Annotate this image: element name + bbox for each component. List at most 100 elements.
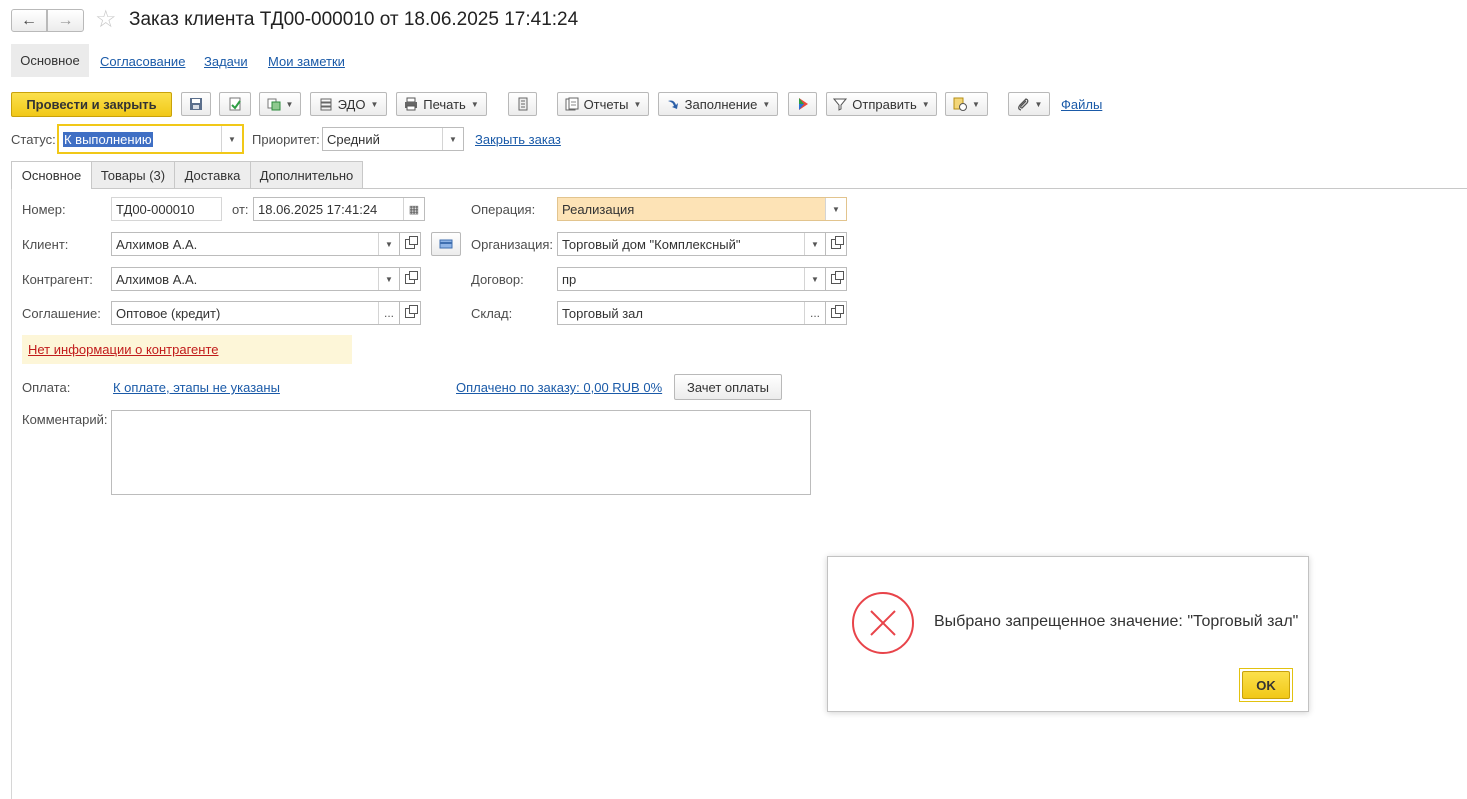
chevron-down-icon: ▼ — [470, 99, 479, 109]
agreement-field[interactable]: Оптовое (кредит) ... — [111, 301, 400, 325]
chevron-down-icon: ▼ — [1034, 99, 1043, 109]
window-header: ← → ☆ Заказ клиента ТД00-000010 от 18.06… — [0, 0, 1467, 42]
post-and-close-button[interactable]: Провести и закрыть — [11, 92, 172, 117]
ellipsis-icon[interactable]: ... — [378, 302, 399, 324]
operation-value: Реализация — [562, 201, 635, 217]
back-button[interactable]: ← — [11, 9, 47, 32]
payment-link[interactable]: К оплате, этапы не указаны — [113, 380, 280, 395]
status-select[interactable]: К выполнению ▼ — [57, 124, 244, 154]
open-organization-button[interactable] — [826, 232, 847, 256]
counterparty-label: Контрагент: — [22, 272, 93, 287]
priority-label: Приоритет: — [252, 132, 320, 147]
chevron-down-icon[interactable]: ▼ — [804, 268, 825, 290]
clip-button[interactable]: ▼ — [1008, 92, 1050, 116]
warehouse-field[interactable]: Торговый зал ... — [557, 301, 826, 325]
printer-icon — [405, 97, 418, 111]
open-icon — [405, 305, 418, 318]
error-icon — [852, 592, 914, 654]
open-icon — [831, 305, 844, 318]
chevron-down-icon[interactable]: ▼ — [378, 268, 399, 290]
ok-button[interactable]: OK — [1242, 671, 1290, 699]
edo-button[interactable]: ЭДО ▼ — [310, 92, 387, 116]
chevron-down-icon[interactable]: ▼ — [442, 128, 463, 150]
counterparty-field[interactable]: Алхимов А.А. ▼ — [111, 267, 400, 291]
chevron-down-icon: ▼ — [285, 99, 294, 109]
tab-main[interactable]: Основное — [11, 44, 89, 77]
comment-textarea[interactable] — [111, 410, 811, 495]
open-counterparty-button[interactable] — [400, 267, 421, 291]
status-value: К выполнению — [63, 131, 153, 147]
chevron-down-icon[interactable]: ▼ — [804, 233, 825, 255]
reports-button[interactable]: Отчеты ▼ — [557, 92, 649, 116]
contract-field[interactable]: пр ▼ — [557, 267, 826, 291]
open-contract-button[interactable] — [826, 267, 847, 291]
arrow-left-icon: ← — [21, 11, 37, 29]
client-field[interactable]: Алхимов А.А. ▼ — [111, 232, 400, 256]
number-field[interactable]: ТД00-000010 — [111, 197, 222, 221]
print-button[interactable]: Печать ▼ — [396, 92, 487, 116]
fill-button[interactable]: Заполнение ▼ — [658, 92, 778, 116]
ellipsis-icon[interactable]: ... — [804, 302, 825, 324]
chevron-down-icon: ▼ — [972, 99, 980, 109]
client-card-button[interactable] — [431, 232, 461, 256]
structure-button[interactable] — [508, 92, 537, 116]
arrow-right-icon: → — [57, 11, 74, 29]
tab-main-label: Основное — [20, 53, 80, 68]
chevron-down-icon[interactable]: ▼ — [825, 198, 846, 220]
create-based-on-button[interactable]: ▼ — [259, 92, 301, 116]
send-arrow-button[interactable] — [788, 92, 817, 116]
post-document-icon — [229, 97, 241, 111]
form-tab-main[interactable]: Основное — [11, 161, 92, 189]
organization-field[interactable]: Торговый дом "Комплексный" ▼ — [557, 232, 826, 256]
contract-value: пр — [562, 271, 577, 287]
filter-send-icon — [833, 98, 848, 111]
form-tab-main-label: Основное — [21, 168, 82, 183]
tab-approval[interactable]: Согласование — [100, 54, 185, 69]
chevron-down-icon[interactable]: ▼ — [378, 233, 399, 255]
form-tab-additional[interactable]: Дополнительно — [250, 161, 363, 188]
open-warehouse-button[interactable] — [826, 301, 847, 325]
open-agreement-button[interactable] — [400, 301, 421, 325]
open-client-button[interactable] — [400, 232, 421, 256]
close-order-link[interactable]: Закрыть заказ — [475, 132, 561, 147]
offset-payment-label: Зачет оплаты — [686, 379, 770, 395]
calendar-icon[interactable]: ▦ — [403, 198, 424, 220]
paid-amount-link[interactable]: Оплачено по заказу: 0,00 RUB 0% — [456, 380, 662, 395]
payment-label: Оплата: — [22, 380, 71, 395]
priority-select[interactable]: Средний ▼ — [322, 127, 464, 151]
send-button[interactable]: Отправить ▼ — [826, 92, 937, 116]
post-button[interactable] — [219, 92, 251, 116]
date-label: от: — [232, 202, 249, 217]
form-tab-delivery-label: Доставка — [184, 167, 241, 183]
form-tab-goods[interactable]: Товары (3) — [91, 161, 175, 188]
status-label: Статус: — [11, 132, 56, 147]
counterparty-warning-link[interactable]: Нет информации о контрагенте — [28, 342, 219, 357]
chevron-down-icon[interactable]: ▼ — [221, 126, 242, 152]
contract-label: Договор: — [471, 272, 524, 287]
agreement-value: Оптовое (кредит) — [116, 305, 221, 321]
open-icon — [831, 271, 844, 284]
organization-label: Организация: — [471, 237, 554, 252]
operation-label: Операция: — [471, 202, 536, 217]
warehouse-value: Торговый зал — [562, 305, 643, 321]
forward-button[interactable]: → — [47, 9, 84, 32]
agreement-label: Соглашение: — [22, 306, 101, 321]
date-field[interactable]: 18.06.2025 17:41:24 ▦ — [253, 197, 425, 221]
tab-tasks[interactable]: Задачи — [204, 54, 248, 69]
offset-payment-button[interactable]: Зачет оплаты — [674, 374, 782, 400]
operation-select[interactable]: Реализация ▼ — [557, 197, 847, 221]
save-button[interactable] — [181, 92, 211, 116]
reports-label: Отчеты — [583, 96, 629, 112]
chevron-down-icon: ▼ — [633, 99, 642, 109]
error-message: Выбрано запрещенное значение: "Торговый … — [934, 613, 1299, 630]
form-tab-delivery[interactable]: Доставка — [174, 161, 251, 188]
open-icon — [405, 236, 418, 249]
attachments-menu-button[interactable]: ▼ — [945, 92, 988, 116]
files-link[interactable]: Файлы — [1061, 97, 1102, 112]
tab-strip-line — [11, 188, 1467, 189]
tab-notes[interactable]: Мои заметки — [268, 54, 345, 69]
number-label: Номер: — [22, 202, 66, 217]
ok-label: OK — [1256, 677, 1276, 693]
favorite-star-icon[interactable]: ☆ — [95, 5, 117, 34]
document-clock-icon — [953, 97, 968, 111]
